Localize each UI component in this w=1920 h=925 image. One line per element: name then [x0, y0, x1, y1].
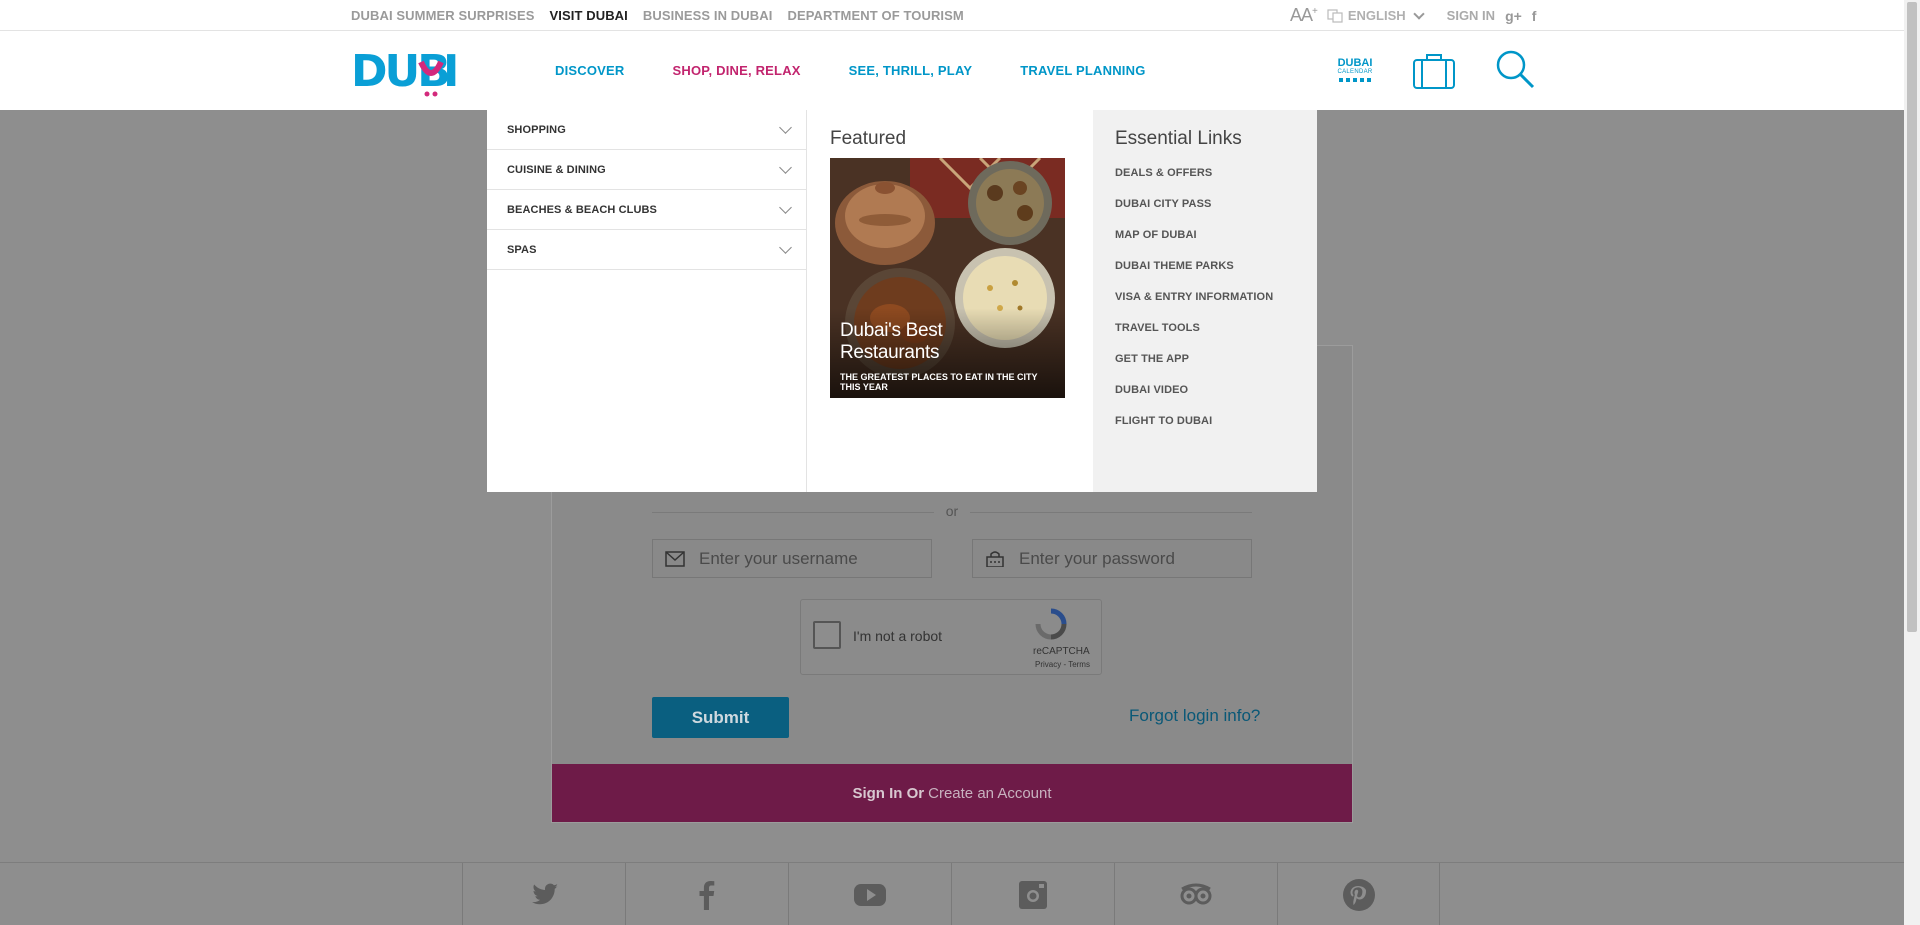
top-links: DUBAI SUMMER SURPRISES VISIT DUBAI BUSIN…: [351, 8, 964, 23]
dubai-logo[interactable]: DUB I: [351, 48, 483, 98]
envelope-icon: [665, 550, 685, 567]
password-field[interactable]: Enter your password: [972, 539, 1252, 578]
username-placeholder: Enter your username: [699, 548, 858, 568]
essential-links-heading: Essential Links: [1115, 128, 1242, 149]
font-size-toggle[interactable]: AA+: [1290, 5, 1318, 26]
recaptcha-logo-icon: [1035, 608, 1067, 640]
essential-link-travel-tools[interactable]: TRAVEL TOOLS: [1115, 322, 1273, 353]
chevron-down-icon: [1412, 7, 1425, 20]
calendar-dots: [1334, 78, 1376, 82]
language-selector[interactable]: ENGLISH: [1327, 7, 1425, 23]
signin-label[interactable]: Sign In Or: [852, 785, 924, 802]
category-label: SHOPPING: [507, 123, 566, 136]
featured-subtitle: THE GREATEST PLACES TO EAT IN THE CITY T…: [840, 372, 1038, 392]
tripadvisor-icon[interactable]: [1114, 863, 1277, 925]
footer-social: [0, 862, 1904, 925]
chevron-down-icon: [779, 200, 792, 214]
nav-see-thrill-play[interactable]: SEE, THRILL, PLAY: [849, 63, 973, 78]
svg-text:I: I: [443, 48, 459, 97]
essential-links-column: Essential Links DEALS & OFFERS DUBAI CIT…: [1093, 110, 1317, 492]
essential-link-deals[interactable]: DEALS & OFFERS: [1115, 167, 1273, 198]
pinterest-icon[interactable]: [1277, 863, 1440, 925]
nav-travel-planning[interactable]: TRAVEL PLANNING: [1020, 63, 1145, 78]
translate-icon: [1327, 8, 1343, 23]
essential-link-theme-parks[interactable]: DUBAI THEME PARKS: [1115, 260, 1273, 291]
youtube-icon[interactable]: [788, 863, 951, 925]
suitcase-icon[interactable]: [1412, 51, 1456, 91]
top-link-summer-surprises[interactable]: DUBAI SUMMER SURPRISES: [351, 8, 535, 23]
recaptcha-brand: reCAPTCHA: [1033, 646, 1090, 657]
recaptcha-widget: I'm not a robot reCAPTCHA Privacy - Term…: [800, 599, 1102, 675]
or-label: or: [934, 503, 970, 519]
essential-link-visa[interactable]: VISA & ENTRY INFORMATION: [1115, 291, 1273, 322]
category-spas[interactable]: SPAS: [487, 230, 806, 270]
top-right-controls: AA+ ENGLISH SIGN IN g+ f: [1290, 5, 1536, 26]
chevron-down-icon: [779, 160, 792, 174]
essential-link-video[interactable]: DUBAI VIDEO: [1115, 384, 1273, 415]
featured-column: Featured Dubai's Best Restaurants THE GR…: [808, 110, 1093, 492]
top-utility-bar: DUBAI SUMMER SURPRISES VISIT DUBAI BUSIN…: [0, 0, 1904, 31]
main-header: DUB I DISCOVER SHOP, DINE, RELAX SEE, TH…: [0, 31, 1904, 110]
font-size-label: AA: [1290, 5, 1313, 25]
chevron-down-icon: [779, 120, 792, 134]
instagram-icon[interactable]: [951, 863, 1114, 925]
sign-in-link[interactable]: SIGN IN: [1447, 8, 1495, 23]
search-icon[interactable]: [1494, 48, 1536, 90]
category-cuisine-dining[interactable]: CUISINE & DINING: [487, 150, 806, 190]
dubai-calendar-link[interactable]: DUBAI CALENDAR: [1334, 57, 1376, 82]
submit-button[interactable]: Submit: [652, 697, 789, 738]
mega-menu: SHOPPING CUISINE & DINING BEACHES & BEAC…: [487, 110, 1317, 492]
top-link-visit-dubai[interactable]: VISIT DUBAI: [550, 8, 628, 23]
category-shopping[interactable]: SHOPPING: [487, 110, 806, 150]
recaptcha-links[interactable]: Privacy - Terms: [1035, 660, 1090, 669]
essential-link-get-app[interactable]: GET THE APP: [1115, 353, 1273, 384]
facebook-icon[interactable]: [625, 863, 788, 925]
nav-discover[interactable]: DISCOVER: [555, 63, 625, 78]
recaptcha-checkbox[interactable]: [813, 621, 841, 649]
scrollbar-thumb[interactable]: [1907, 2, 1917, 632]
essential-link-city-pass[interactable]: DUBAI CITY PASS: [1115, 198, 1273, 229]
chevron-down-icon: [779, 240, 792, 254]
lock-icon: [986, 550, 1004, 567]
page-scrollbar[interactable]: [1904, 0, 1920, 925]
essential-link-flight[interactable]: FLIGHT TO DUBAI: [1115, 415, 1273, 446]
twitter-icon[interactable]: [462, 863, 625, 925]
calendar-sub: CALENDAR: [1337, 69, 1373, 75]
forgot-login-link[interactable]: Forgot login info?: [1129, 706, 1260, 726]
top-link-business[interactable]: BUSINESS IN DUBAI: [643, 8, 773, 23]
category-list: SHOPPING CUISINE & DINING BEACHES & BEAC…: [487, 110, 807, 492]
category-label: CUISINE & DINING: [507, 163, 606, 176]
signin-bar: Sign In Or Create an Account: [552, 764, 1352, 822]
password-placeholder: Enter your password: [1019, 548, 1175, 568]
essential-links-list: DEALS & OFFERS DUBAI CITY PASS MAP OF DU…: [1115, 167, 1273, 446]
calendar-title: DUBAI: [1337, 57, 1373, 69]
create-account-link[interactable]: Create an Account: [928, 785, 1051, 802]
category-label: SPAS: [507, 243, 537, 256]
nav-shop-dine-relax[interactable]: SHOP, DINE, RELAX: [673, 63, 801, 78]
category-label: BEACHES & BEACH CLUBS: [507, 203, 657, 216]
username-field[interactable]: Enter your username: [652, 539, 932, 578]
featured-title: Dubai's Best Restaurants: [840, 320, 943, 363]
category-beaches[interactable]: BEACHES & BEACH CLUBS: [487, 190, 806, 230]
language-label: ENGLISH: [1347, 8, 1406, 23]
essential-link-map[interactable]: MAP OF DUBAI: [1115, 229, 1273, 260]
featured-heading: Featured: [830, 128, 907, 149]
main-nav: DISCOVER SHOP, DINE, RELAX SEE, THRILL, …: [555, 63, 1146, 78]
top-link-tourism[interactable]: DEPARTMENT OF TOURISM: [787, 8, 963, 23]
font-size-plus: +: [1312, 6, 1318, 17]
facebook-top-icon[interactable]: f: [1532, 8, 1537, 24]
google-plus-icon[interactable]: g+: [1505, 8, 1522, 24]
recaptcha-label: I'm not a robot: [853, 628, 943, 644]
featured-card[interactable]: Dubai's Best Restaurants THE GREATEST PL…: [830, 158, 1065, 398]
